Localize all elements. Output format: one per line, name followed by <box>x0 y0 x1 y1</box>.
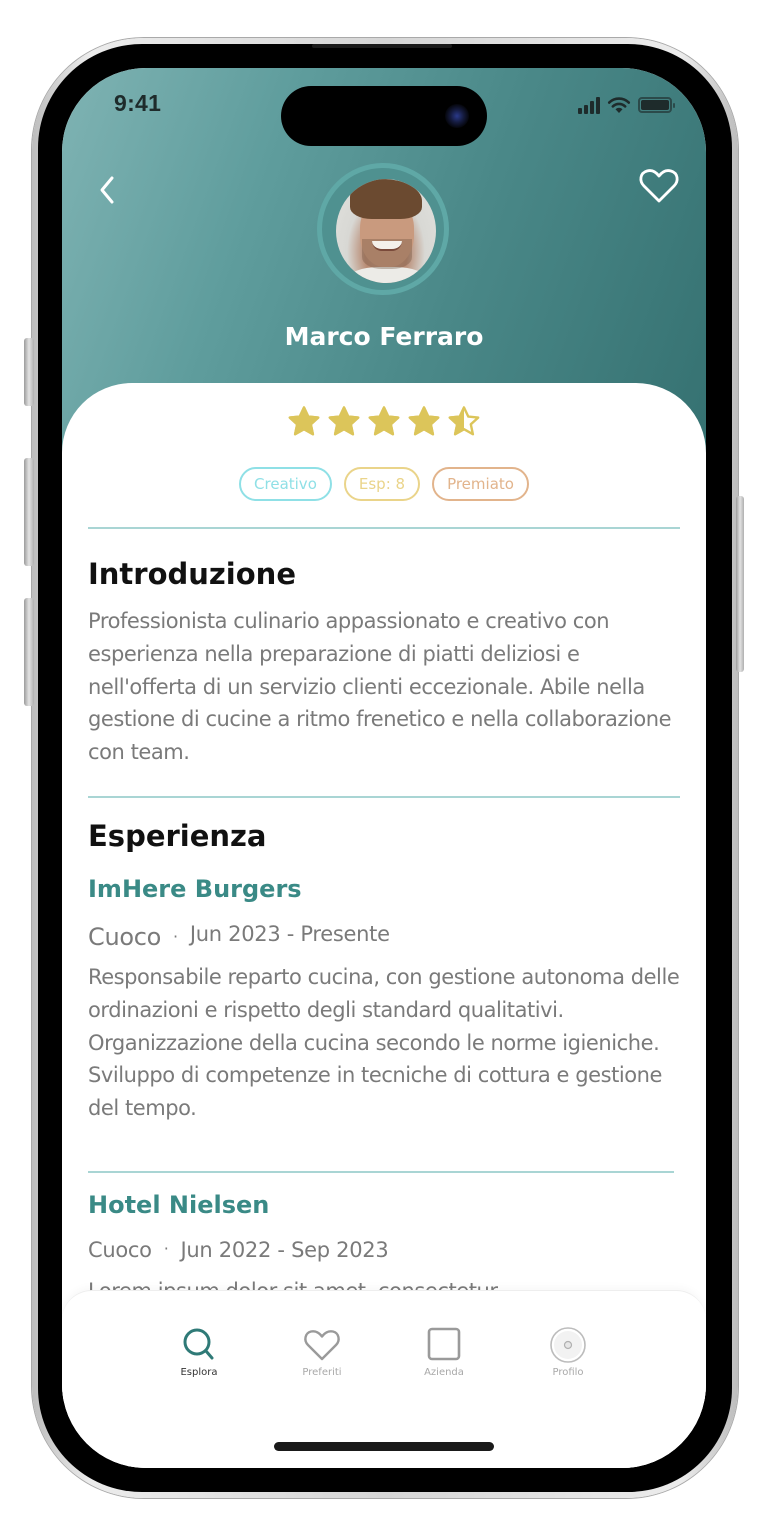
separator-dot: · <box>173 927 178 946</box>
star-full-icon <box>288 406 320 436</box>
star-full-icon <box>368 406 400 436</box>
nav-item-profilo[interactable]: Profilo <box>523 1325 613 1378</box>
experience-company[interactable]: ImHere Burgers <box>88 875 302 903</box>
divider <box>88 1171 674 1173</box>
nav-label: Esplora <box>180 1367 218 1378</box>
cellular-signal-icon <box>578 96 600 114</box>
power-button <box>736 496 744 672</box>
avatar <box>336 179 436 283</box>
dynamic-island <box>281 86 487 146</box>
divider <box>88 796 680 798</box>
speaker-grille <box>312 44 452 48</box>
battery-icon <box>638 97 675 113</box>
star-half-icon <box>448 406 480 436</box>
experience-title: Esperienza <box>88 819 267 853</box>
rating-stars <box>62 405 706 439</box>
experience-company[interactable]: Hotel Nielsen <box>88 1191 269 1219</box>
nav-label: Profilo <box>552 1367 584 1378</box>
camera-icon <box>445 104 469 128</box>
nav-item-preferiti[interactable]: Preferiti <box>277 1325 367 1378</box>
profile-icon <box>550 1327 586 1363</box>
volume-up-button <box>24 458 34 566</box>
volume-down-button <box>24 598 34 706</box>
nav-label: Preferiti <box>302 1367 342 1378</box>
chevron-left-icon <box>100 176 114 204</box>
star-full-icon <box>408 406 440 436</box>
nav-label: Azienda <box>424 1367 464 1378</box>
screen: 9:41 Marco Ferraro Creativo Esp: 8 Premi… <box>62 68 706 1468</box>
tag-premiato[interactable]: Premiato <box>432 467 529 501</box>
separator-dot: · <box>163 1239 169 1258</box>
back-button[interactable] <box>94 172 122 208</box>
experience-meta: Cuoco · Jun 2022 - Sep 2023 <box>88 1238 389 1262</box>
experience-dates: Jun 2023 - Presente <box>189 922 390 946</box>
introduction-text: Professionista culinario appassionato e … <box>88 609 672 765</box>
experience-description: Responsabile reparto cucina, con gestion… <box>88 965 680 1121</box>
divider <box>88 527 680 529</box>
status-time: 9:41 <box>114 90 162 116</box>
experience-meta: Cuoco · Jun 2023 - Presente <box>88 922 390 951</box>
introduction-title: Introduzione <box>88 557 296 591</box>
experience-role: Cuoco <box>88 923 162 951</box>
experience-role: Cuoco <box>88 1238 152 1262</box>
star-full-icon <box>328 406 360 436</box>
profile-name: Marco Ferraro <box>284 322 484 351</box>
avatar-ring <box>317 163 449 295</box>
heart-icon <box>304 1330 340 1361</box>
tag-list: Creativo Esp: 8 Premiato <box>62 467 706 501</box>
experience-dates: Jun 2022 - Sep 2023 <box>180 1238 389 1262</box>
nav-item-esplora[interactable]: Esplora <box>154 1325 244 1378</box>
favorite-button[interactable] <box>638 166 680 206</box>
action-button <box>24 338 34 406</box>
search-icon <box>183 1328 214 1360</box>
status-icons <box>578 96 675 114</box>
tag-experience[interactable]: Esp: 8 <box>343 467 421 501</box>
home-indicator[interactable] <box>274 1442 494 1451</box>
tag-creativo[interactable]: Creativo <box>239 467 332 501</box>
wifi-icon <box>607 97 631 113</box>
square-icon <box>427 1327 461 1361</box>
nav-item-azienda[interactable]: Azienda <box>399 1325 489 1378</box>
heart-outline-icon <box>639 169 679 203</box>
